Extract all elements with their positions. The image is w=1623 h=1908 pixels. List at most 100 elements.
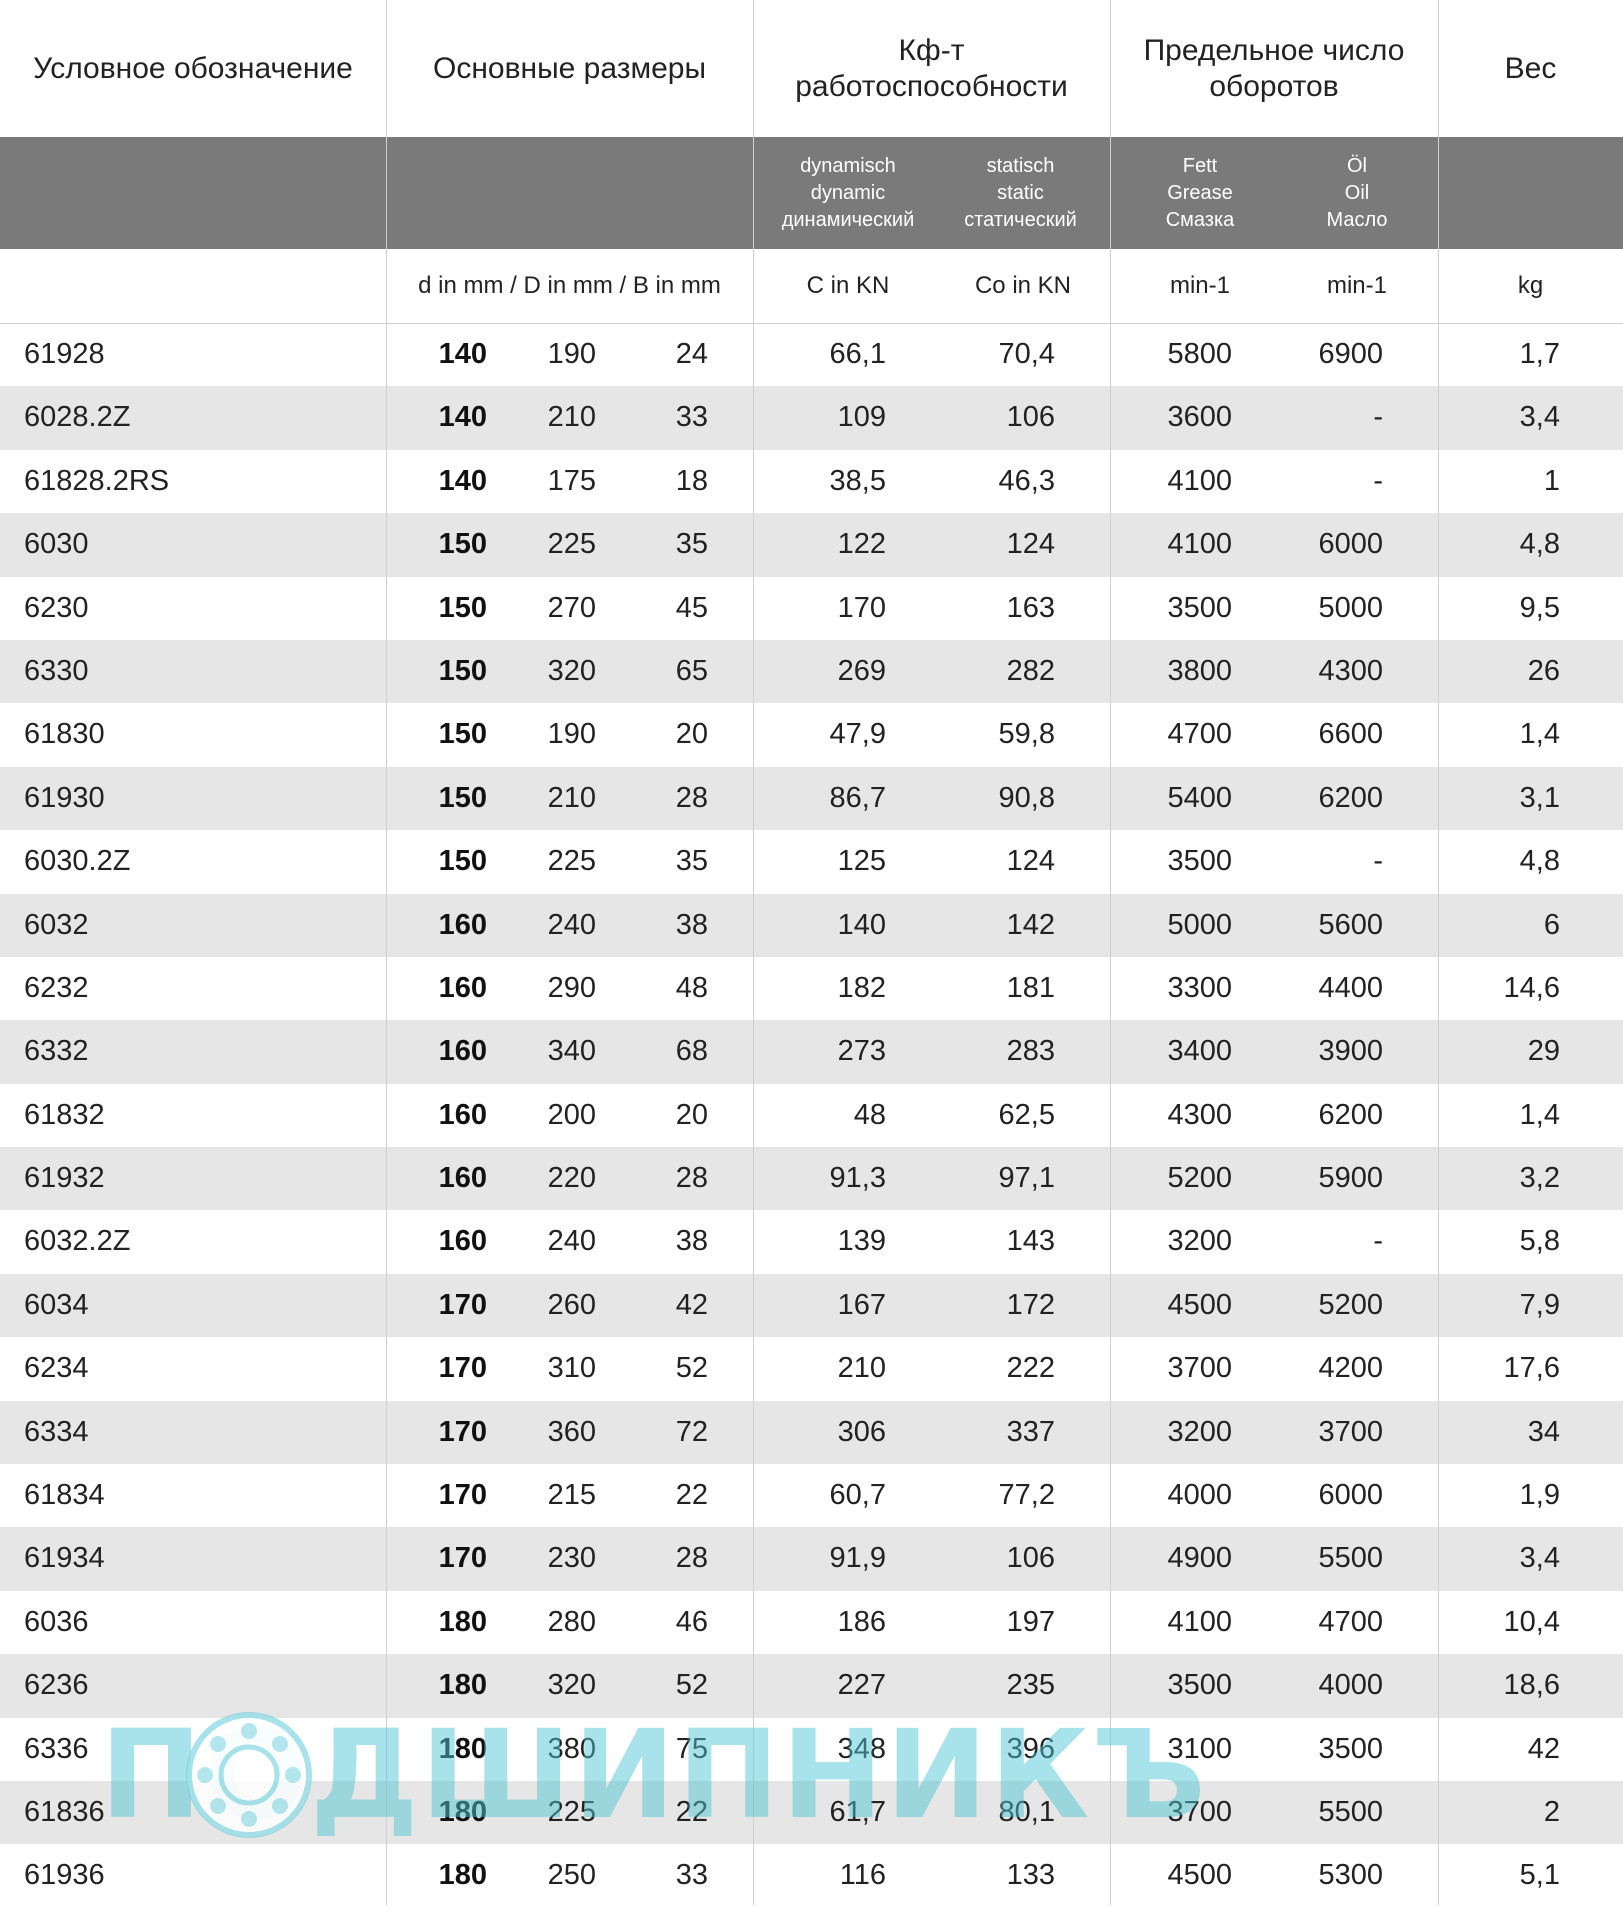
- cell-co: 46,3: [998, 464, 1055, 497]
- cell-kg: 6: [1543, 908, 1560, 941]
- cell-name: 6030.2Z: [24, 845, 131, 878]
- column-divider: [753, 0, 754, 1905]
- cell-D: 320: [547, 1669, 596, 1702]
- cell-oil: 5500: [1318, 1795, 1383, 1828]
- cell-co: 59,8: [998, 718, 1055, 751]
- cell-name: 6034: [24, 1288, 89, 1321]
- cell-B: 72: [675, 1415, 708, 1448]
- table-row: 61930 150 210 28 86,7 90,8 5400 6200 3,1: [0, 766, 1623, 831]
- cell-D: 175: [547, 464, 596, 497]
- cell-c: 38,5: [829, 464, 886, 497]
- cell-name: 6032: [24, 908, 89, 941]
- cell-D: 240: [547, 908, 596, 941]
- cell-co: 396: [1006, 1732, 1055, 1765]
- table-row: 61936 180 250 33 116 133 4500 5300 5,1: [0, 1844, 1623, 1907]
- cell-d: 150: [438, 781, 487, 814]
- cell-co: 235: [1006, 1669, 1055, 1702]
- cell-oil: -: [1373, 464, 1383, 497]
- cell-name: 6036: [24, 1605, 89, 1638]
- table-row: 6232 160 290 48 182 181 3300 4400 14,6: [0, 957, 1623, 1020]
- cell-co: 142: [1006, 908, 1055, 941]
- cell-d: 180: [438, 1605, 487, 1638]
- cell-co: 181: [1006, 971, 1055, 1004]
- cell-c: 109: [837, 401, 886, 434]
- cell-co: 163: [1006, 591, 1055, 624]
- subheader-static-ru: статический: [964, 208, 1077, 231]
- cell-D: 210: [547, 401, 596, 434]
- table-row: 61934 170 230 28 91,9 106 4900 5500 3,4: [0, 1527, 1623, 1591]
- table-row: 61928 140 190 24 66,1 70,4 5800 6900 1,7: [0, 323, 1623, 386]
- cell-oil: 3500: [1318, 1732, 1383, 1765]
- cell-D: 260: [547, 1288, 596, 1321]
- cell-name: 6336: [24, 1732, 89, 1765]
- cell-fett: 3400: [1167, 1035, 1232, 1068]
- cell-oil: 3700: [1318, 1415, 1383, 1448]
- cell-c: 125: [837, 845, 886, 878]
- cell-d: 170: [438, 1479, 487, 1512]
- cell-co: 97,1: [998, 1162, 1055, 1195]
- table-row: 6030 150 225 35 122 124 4100 6000 4,8: [0, 513, 1623, 577]
- cell-name: 61930: [24, 781, 105, 814]
- cell-B: 24: [675, 338, 708, 370]
- cell-c: 348: [837, 1732, 886, 1765]
- cell-name: 6028.2Z: [24, 401, 131, 434]
- cell-B: 35: [675, 845, 708, 878]
- cell-d: 180: [438, 1732, 487, 1765]
- subheader-oil-ru: Масло: [1326, 208, 1388, 231]
- cell-B: 45: [675, 591, 708, 624]
- cell-fett: 3100: [1167, 1732, 1232, 1765]
- cell-oil: 5600: [1318, 908, 1383, 941]
- cell-c: 210: [837, 1352, 886, 1385]
- cell-name: 6332: [24, 1035, 89, 1068]
- unit-c: C in KN: [806, 272, 890, 299]
- cell-B: 33: [675, 1859, 708, 1892]
- cell-c: 91,3: [829, 1162, 886, 1195]
- cell-kg: 1,4: [1519, 718, 1560, 751]
- cell-c: 167: [837, 1288, 886, 1321]
- subheader-dynamic: dynamisch dynamic динамический: [753, 137, 943, 249]
- cell-D: 215: [547, 1479, 596, 1512]
- cell-fett: 4500: [1167, 1859, 1232, 1892]
- cell-c: 182: [837, 971, 886, 1004]
- table-row: 6034 170 260 42 167 172 4500 5200 7,9: [0, 1273, 1623, 1338]
- column-divider: [386, 0, 387, 1905]
- cell-d: 160: [438, 1035, 487, 1068]
- unit-dimensions: d in mm / D in mm / B in mm: [418, 272, 721, 299]
- cell-oil: 5300: [1318, 1859, 1383, 1892]
- cell-kg: 5,8: [1519, 1225, 1560, 1258]
- cell-D: 380: [547, 1732, 596, 1765]
- cell-d: 160: [438, 971, 487, 1004]
- cell-name: 6330: [24, 654, 89, 687]
- cell-oil: 4700: [1318, 1605, 1383, 1638]
- cell-oil: 6200: [1318, 1098, 1383, 1131]
- header-weight: Вес: [1504, 51, 1557, 85]
- cell-oil: 6000: [1318, 1479, 1383, 1512]
- table-row: 61836 180 225 22 61,7 80,1 3700 5500 2: [0, 1780, 1623, 1845]
- cell-name: 61830: [24, 718, 105, 751]
- cell-co: 197: [1006, 1605, 1055, 1638]
- cell-fett: 4100: [1167, 528, 1232, 561]
- table-row: 61830 150 190 20 47,9 59,8 4700 6600 1,4: [0, 703, 1623, 766]
- cell-co: 133: [1006, 1859, 1055, 1892]
- cell-d: 140: [438, 401, 487, 434]
- cell-name: 61836: [24, 1795, 105, 1828]
- cell-kg: 3,4: [1519, 1542, 1560, 1575]
- cell-oil: 4300: [1318, 654, 1383, 687]
- cell-co: 282: [1006, 654, 1055, 687]
- cell-name: 61832: [24, 1098, 105, 1131]
- cell-co: 106: [1006, 1542, 1055, 1575]
- header-load-rating-line1: Кф-т: [898, 33, 965, 67]
- cell-kg: 1,9: [1519, 1479, 1560, 1512]
- cell-name: 61834: [24, 1479, 105, 1512]
- cell-kg: 3,2: [1519, 1162, 1560, 1195]
- cell-co: 77,2: [998, 1479, 1055, 1512]
- cell-kg: 14,6: [1503, 971, 1560, 1004]
- cell-fett: 5800: [1167, 338, 1232, 370]
- cell-c: 139: [837, 1225, 886, 1258]
- cell-c: 61,7: [829, 1795, 886, 1828]
- table-row: 6032.2Z 160 240 38 139 143 3200 - 5,8: [0, 1210, 1623, 1273]
- column-divider: [1110, 0, 1111, 1905]
- cell-kg: 4,8: [1519, 845, 1560, 878]
- cell-fett: 3500: [1167, 845, 1232, 878]
- cell-name: 6030: [24, 528, 89, 561]
